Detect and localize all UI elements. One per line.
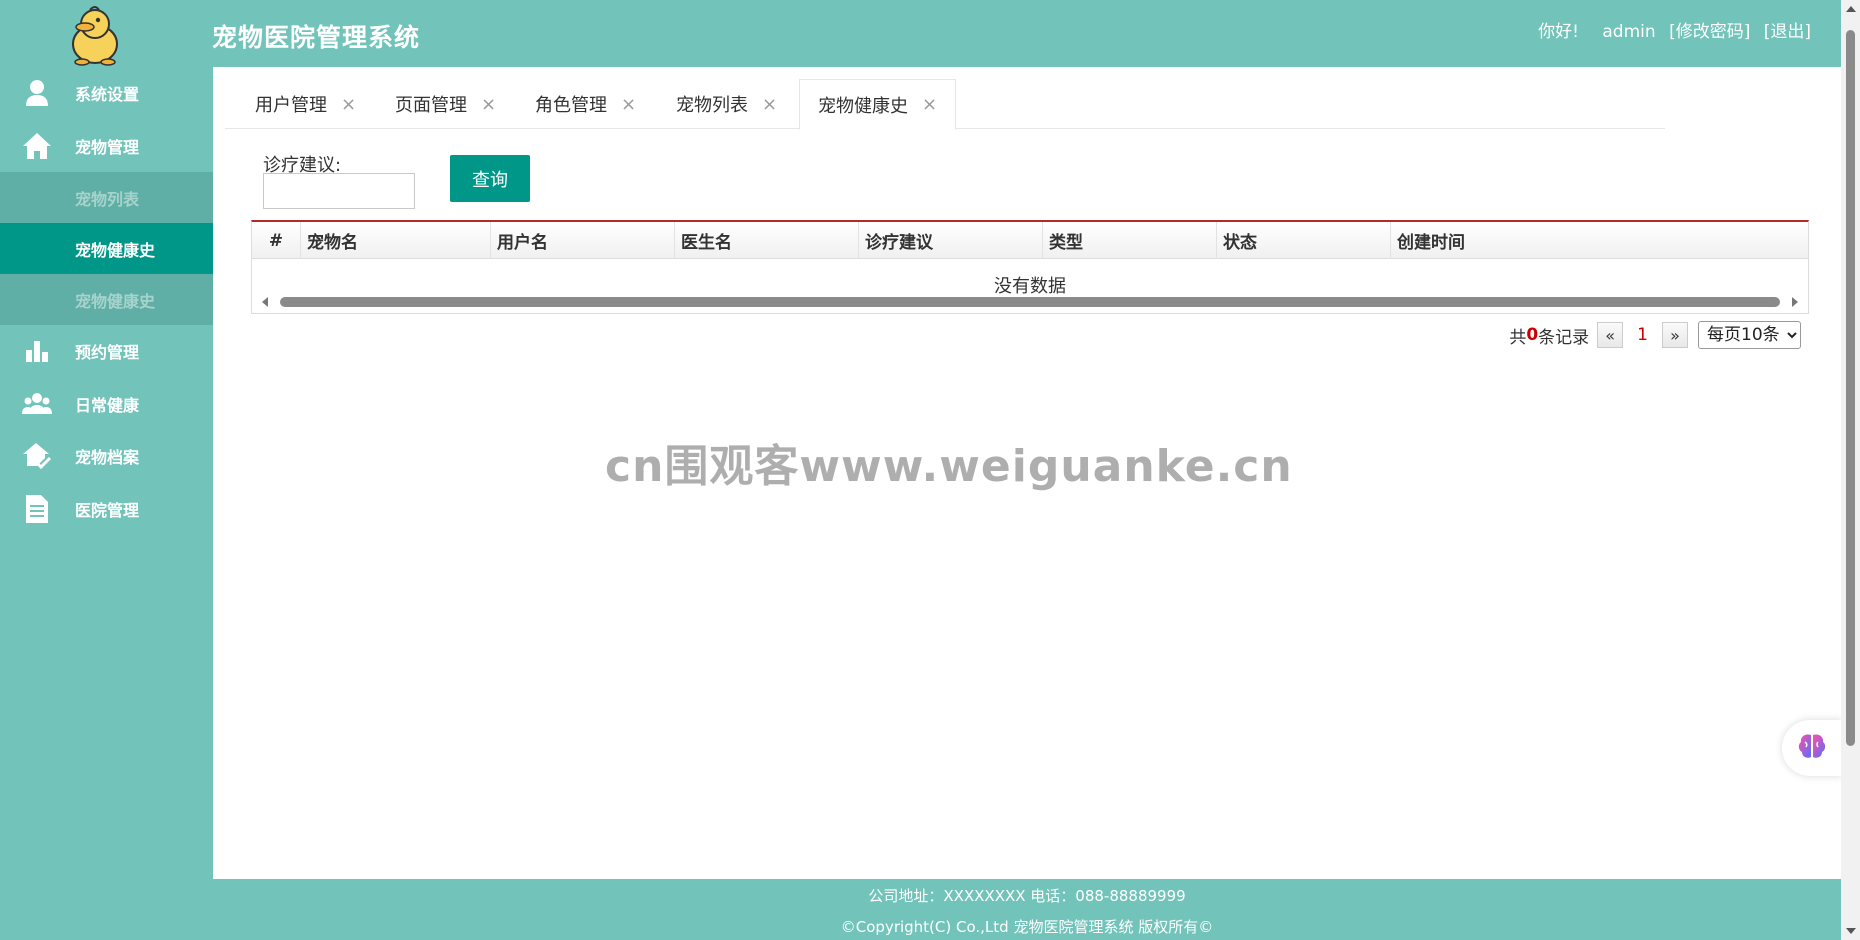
close-icon[interactable]: × (922, 94, 937, 115)
grid-header: # 宠物名 用户名 医生名 诊疗建议 类型 状态 创建时间 (252, 222, 1808, 259)
logout-link[interactable]: [退出] (1764, 22, 1811, 42)
diagnosis-advice-input[interactable] (263, 173, 415, 209)
app-title: 宠物医院管理系统 (212, 23, 421, 52)
ai-assistant-button[interactable] (1782, 720, 1842, 776)
duck-logo (66, 4, 124, 66)
app-root: 宠物医院管理系统 你好! admin [修改密码] [退出] 系统设置 宠物管理… (0, 0, 1842, 940)
footer-address: 公司地址：XXXXXXXX 电话：088-88889999 (868, 887, 1186, 905)
house-check-icon (22, 441, 52, 471)
close-icon[interactable]: × (621, 94, 636, 115)
user-area: 你好! admin [修改密码] [退出] (1538, 17, 1811, 42)
sidebar-item-appointment-management[interactable]: 预约管理 (0, 325, 213, 378)
sidebar-subitem-pet-list[interactable]: 宠物列表 (0, 172, 213, 223)
pagination: 共 0 条记录 « 1 » 每页10条 (1509, 321, 1801, 349)
query-button[interactable]: 查询 (450, 155, 530, 202)
close-icon[interactable]: × (762, 94, 777, 115)
scroll-right-icon[interactable] (1792, 297, 1798, 307)
page-scrollbar-thumb[interactable] (1846, 30, 1855, 746)
tab-label: 页面管理 (395, 95, 467, 116)
tab-pet-list[interactable]: 宠物列表 × (676, 79, 777, 129)
sidebar-subitem-pet-health-history-active[interactable]: 宠物健康史 (0, 223, 213, 274)
sidebar-item-pet-management[interactable]: 宠物管理 (0, 120, 213, 173)
page-size-select[interactable]: 每页10条 (1698, 321, 1801, 349)
column-header-diagnosis-advice[interactable]: 诊疗建议 (858, 222, 1042, 259)
sidebar-item-label: 预约管理 (75, 343, 140, 363)
sidebar-item-label: 宠物管理 (75, 137, 140, 157)
close-icon[interactable]: × (341, 94, 356, 115)
page-vertical-scrollbar[interactable] (1841, 0, 1860, 940)
scroll-down-icon[interactable] (1846, 928, 1856, 934)
close-icon[interactable]: × (481, 94, 496, 115)
column-header-type[interactable]: 类型 (1042, 222, 1216, 259)
sidebar-subitem-pet-health-history[interactable]: 宠物健康史 (0, 274, 213, 325)
sidebar-item-label: 系统设置 (75, 85, 140, 105)
column-header-doctor-name[interactable]: 医生名 (674, 222, 858, 259)
column-header-user-name[interactable]: 用户名 (490, 222, 674, 259)
sidebar-item-hospital-management[interactable]: 医院管理 (0, 483, 213, 536)
column-header-status[interactable]: 状态 (1216, 222, 1390, 259)
record-count-suffix: 条记录 (1538, 327, 1590, 348)
footer-copyright: ©Copyright(C) Co.,Ltd 宠物医院管理系统 版权所有© (840, 918, 1214, 936)
document-icon (22, 494, 52, 524)
tab-label: 角色管理 (535, 95, 607, 116)
tab-pet-health-history[interactable]: 宠物健康史 × (799, 79, 957, 130)
current-page-number[interactable]: 1 (1637, 325, 1648, 345)
column-header-index[interactable]: # (252, 222, 300, 259)
sidebar-item-label: 医院管理 (75, 500, 140, 520)
record-count: 0 (1526, 325, 1539, 345)
username-text: admin (1602, 22, 1656, 42)
brain-icon (1797, 732, 1827, 765)
horizontal-scrollbar[interactable] (252, 294, 1808, 310)
tab-role-management[interactable]: 角色管理 × (535, 79, 636, 129)
tab-user-management[interactable]: 用户管理 × (255, 79, 356, 129)
sidebar: 系统设置 宠物管理 宠物列表 宠物健康史 宠物健康史 预约管理 日常健康 宠物档… (0, 67, 213, 940)
home-icon (22, 131, 52, 161)
prev-page-button[interactable]: « (1597, 322, 1624, 348)
tab-label: 用户管理 (255, 95, 327, 116)
greeting-text: 你好! (1538, 22, 1579, 42)
watermark-text: cn围观客www.weiguanke.cn (605, 441, 1293, 492)
sidebar-item-pet-archive[interactable]: 宠物档案 (0, 430, 213, 483)
sidebar-item-label: 日常健康 (75, 395, 140, 415)
sidebar-item-label: 宠物档案 (75, 448, 140, 468)
sidebar-subitem-label: 宠物列表 (75, 189, 140, 209)
sidebar-item-system-settings[interactable]: 系统设置 (0, 67, 213, 120)
footer: 公司地址：XXXXXXXX 电话：088-88889999 ©Copyright… (213, 879, 1841, 940)
scroll-left-icon[interactable] (262, 297, 268, 307)
group-icon (22, 389, 52, 419)
data-grid: # 宠物名 用户名 医生名 诊疗建议 类型 状态 创建时间 没有数据 (251, 220, 1809, 314)
top-header: 宠物医院管理系统 你好! admin [修改密码] [退出] (0, 0, 1841, 67)
bar-chart-icon (22, 336, 52, 366)
column-header-pet-name[interactable]: 宠物名 (300, 222, 490, 259)
sidebar-subitem-label: 宠物健康史 (75, 240, 156, 260)
tab-label: 宠物列表 (676, 95, 748, 116)
column-header-created-time[interactable]: 创建时间 (1390, 222, 1808, 259)
user-icon (22, 78, 52, 108)
sidebar-subitem-label: 宠物健康史 (75, 291, 156, 311)
tab-label: 宠物健康史 (818, 95, 908, 117)
tab-page-management[interactable]: 页面管理 × (395, 79, 496, 129)
sidebar-item-daily-health[interactable]: 日常健康 (0, 378, 213, 431)
tab-bar: 用户管理 × 页面管理 × 角色管理 × 宠物列表 × 宠物健康史 × (225, 79, 1665, 130)
scrollbar-thumb[interactable] (280, 297, 1780, 307)
record-count-prefix: 共 (1509, 327, 1527, 348)
change-password-link[interactable]: [修改密码] (1669, 22, 1750, 42)
next-page-button[interactable]: » (1662, 322, 1688, 348)
scroll-up-icon[interactable] (1846, 6, 1856, 12)
